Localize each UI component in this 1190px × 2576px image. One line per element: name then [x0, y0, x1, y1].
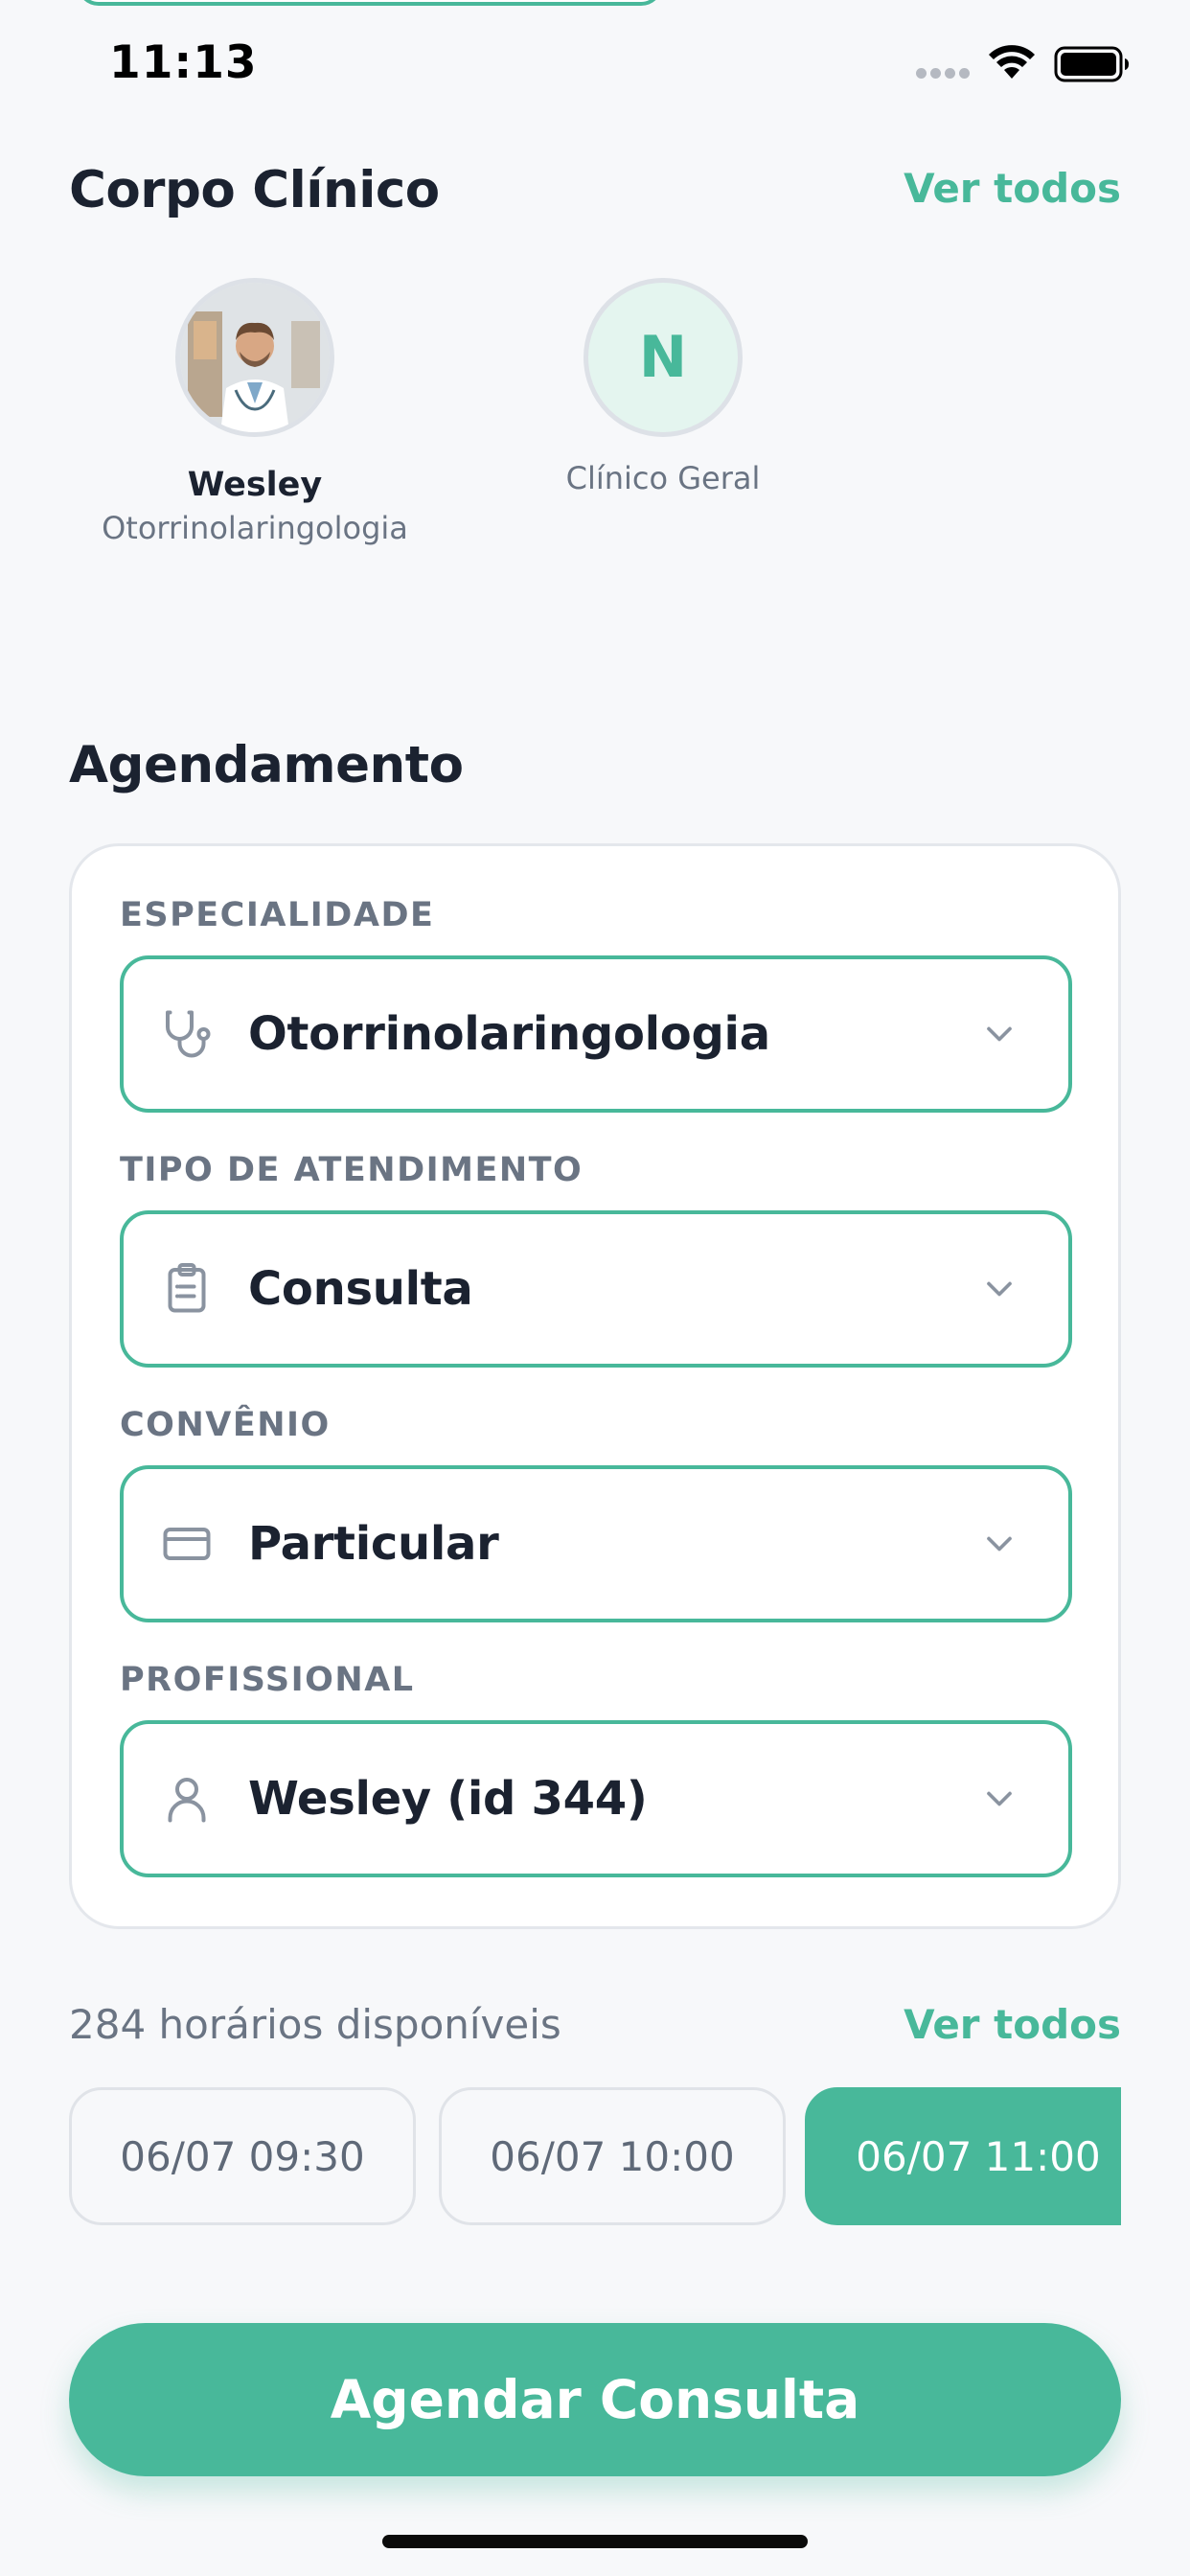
insurance-label: CONVÊNIO [120, 1406, 331, 1444]
team-section-title: Corpo Clínico [69, 161, 440, 219]
doctor-photo-icon [180, 283, 330, 432]
professional-value: Wesley (id 344) [248, 1772, 648, 1826]
professional-label: PROFISSIONAL [120, 1661, 415, 1699]
clipboard-icon [168, 1263, 206, 1313]
insurance-value: Particular [248, 1517, 499, 1571]
service-type-value: Consulta [248, 1262, 473, 1316]
schedule-appointment-button[interactable]: Agendar Consulta [69, 2323, 1121, 2476]
home-indicator [382, 2535, 808, 2548]
time-slot[interactable]: 06/07 09:30 [69, 2087, 416, 2225]
professional-select[interactable]: Wesley (id 344) [120, 1720, 1072, 1877]
time-slot-selected[interactable]: 06/07 11:00 [805, 2087, 1121, 2225]
member-initial-avatar: N [584, 278, 743, 437]
team-member-card[interactable]: Wesley Otorrinolaringologia [92, 278, 418, 546]
team-see-all-link[interactable]: Ver todos [904, 165, 1121, 212]
app-screen: 11:13 Corpo Clínico Ver todos Wesley Oto… [0, 0, 1190, 2576]
cellular-signal-icon [916, 68, 972, 80]
wifi-icon [989, 45, 1035, 79]
status-bar: 11:13 [0, 0, 1190, 115]
service-type-select[interactable]: Consulta [120, 1210, 1072, 1368]
booking-form-card: ESPECIALIDADE Otorrinolaringologia TIPO … [69, 843, 1121, 1929]
time-slot[interactable]: 06/07 10:00 [439, 2087, 786, 2225]
user-icon [168, 1778, 206, 1823]
status-time: 11:13 [109, 36, 258, 89]
chevron-down-icon [987, 1791, 1012, 1806]
team-member-card[interactable]: N Clínico Geral [500, 278, 826, 496]
insurance-select[interactable]: Particular [120, 1465, 1072, 1622]
slots-see-all-link[interactable]: Ver todos [904, 2001, 1121, 2048]
member-name: Wesley [187, 466, 323, 504]
credit-card-icon [163, 1528, 211, 1560]
member-initial: N [638, 324, 688, 391]
chevron-down-icon [987, 1026, 1012, 1042]
specialty-value: Otorrinolaringologia [248, 1007, 770, 1061]
member-specialty: Otorrinolaringologia [102, 510, 408, 546]
specialty-select[interactable]: Otorrinolaringologia [120, 955, 1072, 1113]
chevron-down-icon [987, 1281, 1012, 1297]
stethoscope-icon [166, 1010, 211, 1058]
member-specialty: Clínico Geral [565, 460, 761, 496]
chevron-down-icon [987, 1536, 1012, 1552]
available-slots-count: 284 horários disponíveis [69, 2001, 561, 2048]
booking-section-title: Agendamento [69, 736, 464, 794]
doctor-avatar [175, 278, 334, 437]
service-type-label: TIPO DE ATENDIMENTO [120, 1151, 584, 1189]
specialty-label: ESPECIALIDADE [120, 896, 435, 934]
time-slots-carousel[interactable]: 06/07 09:30 06/07 10:00 06/07 11:00 [69, 2087, 1121, 2225]
battery-icon [1054, 46, 1129, 82]
